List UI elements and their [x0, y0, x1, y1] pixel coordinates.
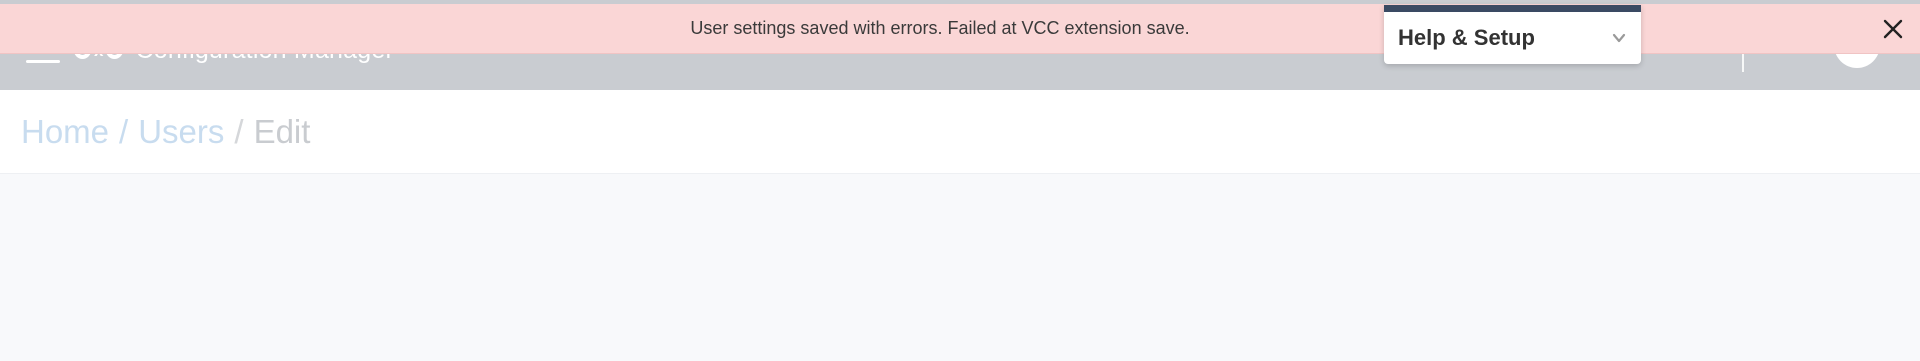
breadcrumb-separator: /	[119, 112, 129, 150]
breadcrumb-current: Edit	[253, 112, 311, 150]
help-setup-label: Help & Setup	[1398, 25, 1535, 50]
breadcrumb-separator: /	[234, 112, 244, 150]
chevron-down-icon	[1612, 33, 1626, 43]
app-viewport: x Configuration Manager Home / Users / E…	[0, 0, 1920, 361]
breadcrumb-home-link[interactable]: Home	[21, 113, 109, 151]
breadcrumb-users-link[interactable]: Users	[138, 113, 224, 151]
help-setup-dropdown[interactable]: Help & Setup	[1384, 5, 1641, 64]
error-message: User settings saved with errors. Failed …	[690, 18, 1190, 38]
breadcrumb: Home / Users / Edit	[0, 90, 1920, 174]
main-content	[0, 174, 1920, 361]
close-icon[interactable]	[1880, 16, 1906, 42]
